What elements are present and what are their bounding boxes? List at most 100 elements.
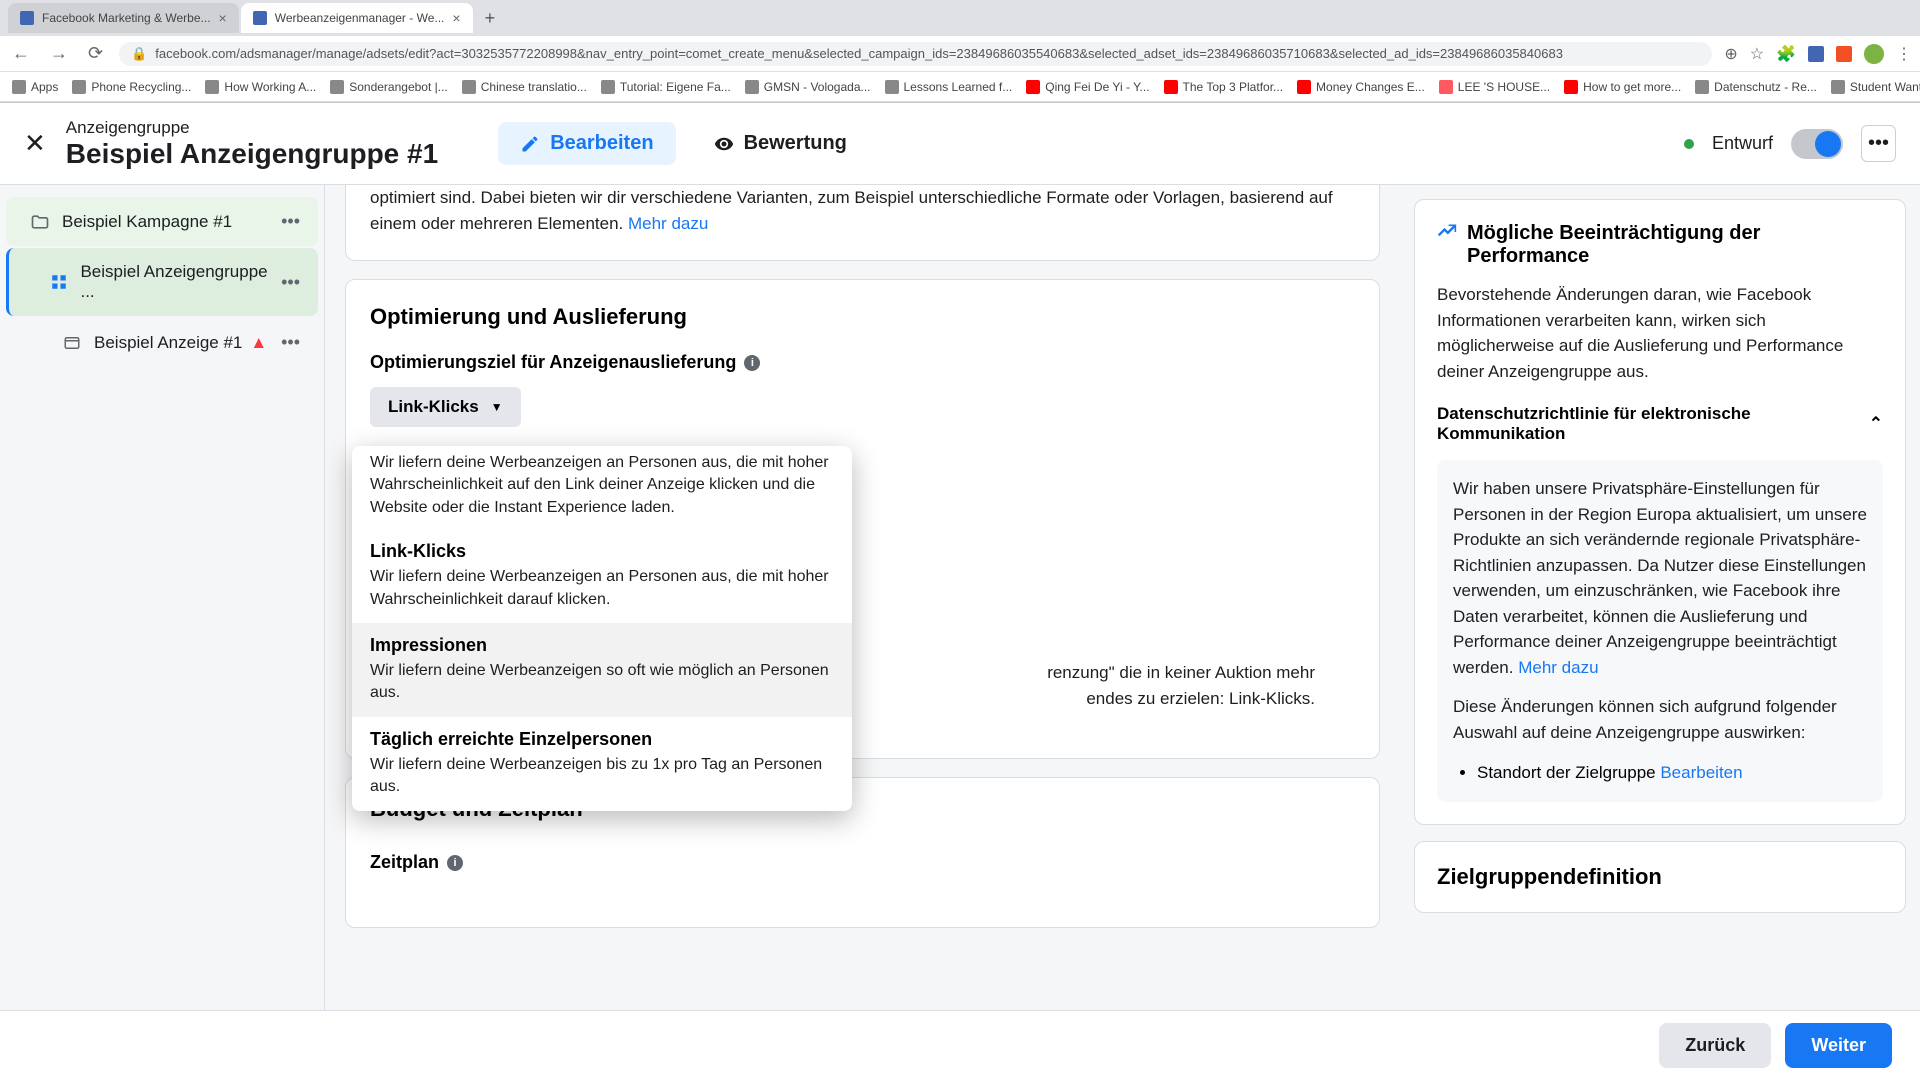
bookmark-label: Apps	[31, 80, 58, 94]
extension-icon[interactable]	[1808, 46, 1824, 62]
more-icon[interactable]: •••	[281, 332, 300, 353]
header-titles: Anzeigengruppe Beispiel Anzeigengruppe #…	[66, 118, 438, 170]
bookmark-item[interactable]: Phone Recycling...	[72, 80, 191, 94]
next-button[interactable]: Weiter	[1785, 1023, 1892, 1068]
privacy-body-fragment: Wir haben unsere Privatsphäre-Einstellun…	[1453, 479, 1867, 677]
info-icon[interactable]: i	[744, 355, 760, 371]
info-icon[interactable]: i	[447, 855, 463, 871]
youtube-favicon-icon	[1164, 80, 1178, 94]
audience-definition-title: Zielgruppendefinition	[1415, 842, 1905, 912]
dropdown-value: Link-Klicks	[388, 397, 479, 417]
bookmark-item[interactable]: How Working A...	[205, 80, 316, 94]
status-toggle[interactable]	[1791, 129, 1843, 159]
reload-icon[interactable]: ⟳	[84, 39, 107, 68]
dropdown-option-daily-reach[interactable]: Täglich erreichte Einzelpersonen Wir lie…	[352, 717, 852, 811]
sidebar-item-label: Beispiel Kampagne #1	[62, 212, 232, 232]
forward-icon[interactable]: →	[46, 39, 72, 68]
pencil-icon	[520, 134, 540, 154]
tab-review[interactable]: Bewertung	[692, 122, 869, 165]
sidebar-item-label: Beispiel Anzeige #1	[94, 333, 242, 353]
bookmark-favicon-icon	[1831, 80, 1845, 94]
dropdown-option-desc: Wir liefern deine Werbeanzeigen bis zu 1…	[370, 754, 834, 799]
chevron-up-icon: ⌃	[1869, 414, 1883, 434]
learn-more-link[interactable]: Mehr dazu	[1518, 658, 1598, 677]
bookmark-item[interactable]: Sonderangebot |...	[330, 80, 448, 94]
sidebar-item-campaign[interactable]: Beispiel Kampagne #1 •••	[6, 197, 318, 246]
zeitplan-label-text: Zeitplan	[370, 852, 439, 873]
bookmark-label: Phone Recycling...	[91, 80, 191, 94]
close-icon[interactable]: ×	[219, 10, 227, 26]
browser-tab[interactable]: Werbeanzeigenmanager - We... ×	[241, 3, 473, 33]
bookmark-favicon-icon	[462, 80, 476, 94]
more-options-button[interactable]: •••	[1861, 125, 1896, 162]
bookmark-label: Money Changes E...	[1316, 80, 1425, 94]
grid-icon	[49, 272, 68, 292]
bookmark-favicon-icon	[745, 80, 759, 94]
optimization-goal-dropdown[interactable]: Link-Klicks ▼	[370, 387, 521, 427]
privacy-accordion-body: Wir haben unsere Privatsphäre-Einstellun…	[1437, 460, 1883, 802]
star-icon[interactable]: ☆	[1750, 44, 1764, 64]
browser-chrome: Facebook Marketing & Werbe... × Werbeanz…	[0, 0, 1920, 103]
close-editor-button[interactable]: ✕	[24, 128, 46, 159]
sidebar-item-ad[interactable]: Beispiel Anzeige #1 ▲ •••	[6, 318, 318, 367]
back-icon[interactable]: ←	[8, 39, 34, 68]
dropdown-option-link-klicks[interactable]: Link-Klicks Wir liefern deine Werbeanzei…	[352, 529, 852, 623]
workspace: Beispiel Kampagne #1 ••• Beispiel Anzeig…	[0, 185, 1920, 1011]
privacy-accordion-header[interactable]: Datenschutzrichtlinie für elektronische …	[1437, 398, 1883, 450]
bookmark-item[interactable]: LEE 'S HOUSE...	[1439, 80, 1550, 94]
header-right: Entwurf •••	[1684, 125, 1896, 162]
apps-icon	[12, 80, 26, 94]
extension-icon[interactable]	[1836, 46, 1852, 62]
bookmark-item[interactable]: Datenschutz - Re...	[1695, 80, 1817, 94]
status-label: Entwurf	[1712, 133, 1773, 154]
menu-icon[interactable]: ⋮	[1896, 44, 1912, 64]
bookmark-item[interactable]: How to get more...	[1564, 80, 1681, 94]
translate-icon[interactable]: ⊕	[1724, 44, 1737, 64]
bookmark-item[interactable]: The Top 3 Platfor...	[1164, 80, 1284, 94]
url-bar[interactable]: 🔒 facebook.com/adsmanager/manage/adsets/…	[119, 42, 1712, 66]
youtube-favicon-icon	[1297, 80, 1311, 94]
close-icon[interactable]: ×	[452, 10, 460, 26]
new-tab-button[interactable]: +	[475, 8, 506, 29]
facebook-favicon-icon	[20, 11, 34, 25]
bookmark-item[interactable]: Qing Fei De Yi - Y...	[1026, 80, 1149, 94]
tab-review-label: Bewertung	[744, 132, 847, 155]
extension-icon[interactable]: 🧩	[1776, 44, 1796, 64]
bookmark-favicon-icon	[330, 80, 344, 94]
intro-fragment: optimiert sind. Dabei bieten wir dir ver…	[370, 188, 1333, 233]
apps-button[interactable]: Apps	[12, 80, 58, 94]
optimization-card: Optimierung und Auslieferung Optimierung…	[345, 279, 1380, 759]
sidebar-item-adset[interactable]: Beispiel Anzeigengruppe ... •••	[6, 248, 318, 316]
bookmark-label: Tutorial: Eigene Fa...	[620, 80, 731, 94]
bookmark-item[interactable]: Tutorial: Eigene Fa...	[601, 80, 731, 94]
impact-item: Standort der Zielgruppe Bearbeiten	[1477, 759, 1867, 786]
back-button[interactable]: Zurück	[1659, 1023, 1771, 1068]
bookmark-label: LEE 'S HOUSE...	[1458, 80, 1550, 94]
bookmark-item[interactable]: Chinese translatio...	[462, 80, 587, 94]
bookmark-label: Qing Fei De Yi - Y...	[1045, 80, 1149, 94]
bookmark-item[interactable]: Lessons Learned f...	[885, 80, 1013, 94]
intro-text: optimiert sind. Dabei bieten wir dir ver…	[370, 185, 1355, 236]
more-icon[interactable]: •••	[281, 211, 300, 232]
toggle-knob	[1815, 131, 1841, 157]
right-panel: Mögliche Beeinträchtigung der Performanc…	[1400, 185, 1920, 1011]
bookmark-label: Lessons Learned f...	[904, 80, 1013, 94]
profile-avatar-icon[interactable]	[1864, 44, 1884, 64]
bookmark-item[interactable]: GMSN - Vologada...	[745, 80, 871, 94]
sidebar-item-label: Beispiel Anzeigengruppe ...	[80, 262, 281, 302]
learn-more-link[interactable]: Mehr dazu	[628, 214, 708, 233]
bookmark-label: How Working A...	[224, 80, 316, 94]
folder-icon	[30, 212, 50, 232]
bookmark-item[interactable]: Money Changes E...	[1297, 80, 1425, 94]
edit-targeting-link[interactable]: Bearbeiten	[1660, 763, 1742, 782]
dropdown-option-impressionen[interactable]: Impressionen Wir liefern deine Werbeanze…	[352, 623, 852, 717]
bookmark-favicon-icon	[601, 80, 615, 94]
bookmark-favicon-icon	[205, 80, 219, 94]
panel-intro-text: Bevorstehende Änderungen daran, wie Face…	[1437, 282, 1883, 384]
tab-edit[interactable]: Bearbeiten	[498, 122, 675, 165]
nav-bar: ← → ⟳ 🔒 facebook.com/adsmanager/manage/a…	[0, 36, 1920, 72]
bookmark-item[interactable]: Student Wants an...	[1831, 80, 1920, 94]
more-icon[interactable]: •••	[281, 272, 300, 293]
browser-tab[interactable]: Facebook Marketing & Werbe... ×	[8, 3, 239, 33]
app-header: ✕ Anzeigengruppe Beispiel Anzeigengruppe…	[0, 103, 1920, 185]
